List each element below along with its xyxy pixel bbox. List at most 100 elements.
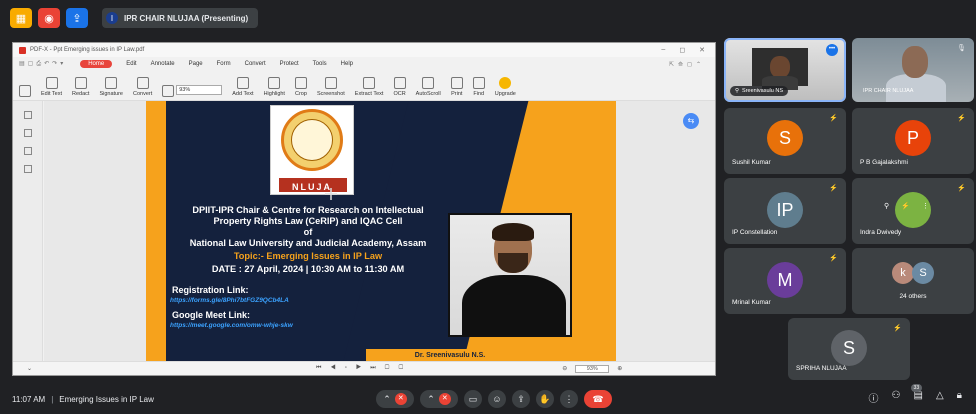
poster-topic: Topic:- Emerging Issues in IP Law: [233, 251, 383, 261]
redact-tool[interactable]: Redact: [72, 77, 89, 97]
tile-spriha[interactable]: ⚡ S SPRIHA NLUJAA: [788, 318, 910, 380]
ocr-tool[interactable]: OCR: [393, 77, 406, 97]
collapse-icon[interactable]: ⌄: [27, 365, 32, 372]
tile-ipr-chair[interactable]: 🎙︎ IPR CHAIR NLUJAA: [852, 38, 974, 102]
tile-indra-dwivedy[interactable]: ⚡ ⚲ ⚡ ⋮ Indra Dwivedy: [852, 178, 974, 244]
event-poster: NLUJA DPIIT-IPR Chair & Centre for Resea…: [146, 101, 616, 363]
select-tool[interactable]: [19, 85, 31, 97]
present-screen-icon: ⇪: [517, 393, 525, 404]
record-icon[interactable]: ◉: [38, 8, 60, 28]
camera-button[interactable]: ⌃ ✕: [420, 390, 458, 408]
mic-muted-icon: ⚡: [829, 115, 838, 122]
avatar: S: [831, 330, 867, 366]
leave-call-button[interactable]: ☎: [584, 390, 612, 408]
avatar: k: [892, 262, 914, 284]
autoscroll-tool[interactable]: AutoScroll: [416, 77, 441, 97]
mic-button[interactable]: ⌃ ✕: [376, 390, 414, 408]
crop-tool[interactable]: Crop: [294, 77, 307, 97]
signature-icon: [105, 77, 118, 89]
edit-text-icon: [45, 77, 58, 89]
present-button[interactable]: ⇪: [512, 390, 530, 408]
tile-ip-constellation[interactable]: ⚡ IP IP Constellation: [724, 178, 846, 244]
window-controls[interactable]: – ◻ ✕: [661, 46, 715, 54]
call-controls: ⌃ ✕ ⌃ ✕ ▭ ☺ ⇪ ✋ ⋮ ☎: [376, 390, 612, 408]
screenshot-tool[interactable]: Screenshot: [317, 77, 345, 97]
chevron-up-icon: ⌃: [427, 393, 435, 404]
find-icon: [472, 77, 485, 89]
emoji-icon: ☺: [492, 394, 502, 404]
menu-page[interactable]: Page: [189, 61, 203, 67]
zoom-out-icon[interactable]: ⊖: [562, 365, 567, 372]
mic-muted-icon: ⚡: [957, 185, 966, 192]
mic-muted-icon: ⚡: [957, 115, 966, 122]
pdf-page-area[interactable]: NLUJA DPIIT-IPR Chair & Centre for Resea…: [44, 101, 715, 363]
tile-pb-gajalakshmi[interactable]: ⚡ P P B Gajalakshmi: [852, 108, 974, 174]
find-tool[interactable]: Find: [472, 77, 485, 97]
presenter-label: IPR CHAIR NLUJAA (Presenting): [124, 13, 249, 23]
minimize-icon: –: [661, 46, 666, 53]
meeting-time: 11:07 AM: [12, 394, 46, 404]
comments-icon[interactable]: [23, 147, 32, 155]
quick-access-icons[interactable]: ▤▢⎙↶↷▾: [19, 60, 66, 68]
presenter-avatar: I: [106, 12, 118, 24]
participant-name: ⚲ Sreenivasulu NS: [730, 86, 788, 96]
zoom-in-icon[interactable]: ⊕: [617, 365, 622, 372]
tile-hover-controls[interactable]: ⚲ ⚡ ⋮: [884, 202, 929, 210]
chat-icon[interactable]: ▤: [914, 390, 923, 405]
meet-link[interactable]: https://meet.google.com/omw-whje-skw: [170, 322, 293, 329]
tile-sushil-kumar[interactable]: ⚡ S Sushil Kumar: [724, 108, 846, 174]
highlight-tool[interactable]: Highlight: [264, 77, 285, 97]
poster-line-1: DPIIT-IPR Chair & Centre for Research on…: [192, 205, 424, 215]
page-navigation[interactable]: ⏮◀▫▶⏭▢▢: [316, 365, 412, 372]
print-tool[interactable]: Print: [450, 77, 463, 97]
menu-right-icons[interactable]: ⇱⟰◻⌃: [669, 61, 715, 68]
menu-help[interactable]: Help: [341, 61, 353, 67]
menu-form[interactable]: Form: [217, 61, 231, 67]
present-icon[interactable]: ⇪: [66, 8, 88, 28]
cursor-icon: [19, 85, 31, 97]
screenshot-icon: [324, 77, 337, 89]
menu-convert[interactable]: Convert: [245, 61, 266, 67]
captions-button[interactable]: ▭: [464, 390, 482, 408]
avatar: M: [767, 262, 803, 298]
tile-others[interactable]: k S 24 others: [852, 248, 974, 314]
participant-name: IPR CHAIR NLUJAA: [863, 88, 914, 94]
people-icon[interactable]: ⚇ 33: [892, 384, 923, 405]
menu-annotate[interactable]: Annotate: [151, 61, 175, 67]
poster-date: DATE : 27 April, 2024 | 10:30 AM to 11:3…: [211, 264, 405, 274]
menu-tools[interactable]: Tools: [313, 61, 327, 67]
bookmark-icon[interactable]: [23, 111, 32, 119]
avatar: IP: [767, 192, 803, 228]
more-options-icon[interactable]: •••: [826, 44, 838, 56]
pdf-statusbar: ⌄ ⏮◀▫▶⏭▢▢ ⊖ 93% ⊕: [13, 361, 715, 375]
host-controls-icon[interactable]: 🔒︎: [957, 390, 962, 405]
zoom-select[interactable]: 93%: [176, 85, 223, 95]
registration-link[interactable]: https://forms.gle/8Phi7btFGZ9QCb4LA: [170, 297, 289, 304]
convert-tool[interactable]: Convert: [133, 77, 152, 97]
status-zoom-value[interactable]: 93%: [575, 364, 610, 373]
add-text-tool[interactable]: Add Text: [232, 77, 254, 97]
side-panel-controls: ⓘ ⚇ 33 ▤ △ 🔒︎: [869, 384, 962, 405]
attachments-icon[interactable]: [23, 165, 32, 173]
others-count: 24 others: [899, 293, 927, 300]
info-icon[interactable]: ⓘ: [869, 390, 879, 405]
menu-home[interactable]: Home: [80, 60, 113, 68]
pdf-sidebar: [13, 101, 43, 363]
tile-mrinal-kumar[interactable]: ⚡ M Mrinal Kumar: [724, 248, 846, 314]
activities-icon[interactable]: ▦: [10, 8, 32, 28]
menu-edit[interactable]: Edit: [126, 61, 136, 67]
more-options-button[interactable]: ⋮: [560, 390, 578, 408]
extract-text-tool[interactable]: Extract Text: [355, 77, 383, 97]
thumbnails-icon[interactable]: [23, 129, 32, 137]
convert-icon: [136, 77, 149, 89]
tile-sreenivasulu[interactable]: ••• ⚲ Sreenivasulu NS: [724, 38, 846, 102]
raise-hand-button[interactable]: ✋: [536, 390, 554, 408]
menu-protect[interactable]: Protect: [280, 61, 299, 67]
edit-text-tool[interactable]: Edit Text: [41, 77, 62, 97]
signature-tool[interactable]: Signature: [99, 77, 123, 97]
upgrade-tool[interactable]: Upgrade: [495, 77, 516, 97]
emoji-button[interactable]: ☺: [488, 390, 506, 408]
activities-icon[interactable]: △: [936, 390, 944, 405]
translate-icon[interactable]: ⇆: [683, 113, 699, 129]
view-tools[interactable]: 93%: [162, 85, 223, 97]
